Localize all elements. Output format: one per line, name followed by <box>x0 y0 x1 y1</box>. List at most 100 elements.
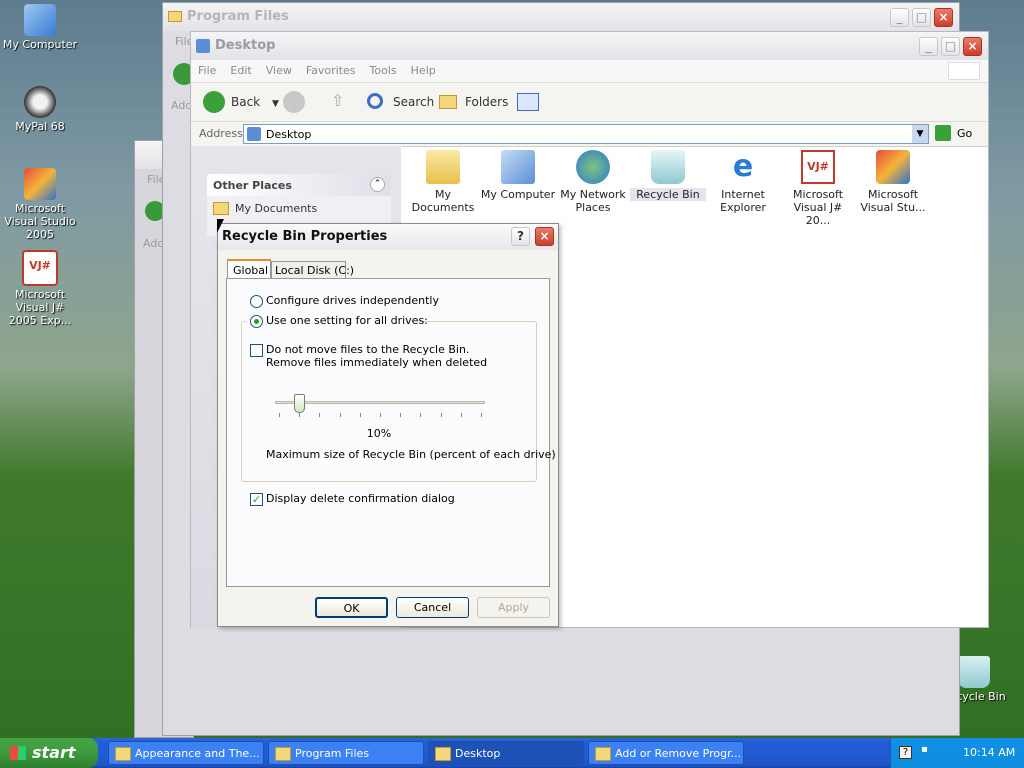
go-button[interactable]: Go <box>935 125 985 143</box>
slider-thumb[interactable] <box>294 394 306 413</box>
window-title: Desktop <box>215 38 276 53</box>
recycle-bin-icon <box>958 656 990 688</box>
maximize-button[interactable]: □ <box>941 37 960 56</box>
file-label: Microsoft Visual Stu... <box>860 188 926 214</box>
radio-use-one-setting[interactable] <box>250 315 263 328</box>
system-tray: ? ▪ 10:14 AM <box>890 738 1024 768</box>
close-button[interactable]: × <box>934 8 953 27</box>
minimize-button[interactable]: _ <box>919 37 938 56</box>
ok-button[interactable]: OK <box>315 597 388 618</box>
close-button[interactable]: × <box>963 37 982 56</box>
address-value: Desktop <box>266 128 312 141</box>
desktop-icon-vj-sharp[interactable]: VJ# Microsoft Visual J# 2005 Exp... <box>0 250 80 327</box>
desktop-icon <box>247 127 261 141</box>
search-button[interactable]: Search <box>367 83 434 121</box>
file-visual-studio[interactable]: Microsoft Visual Stu... <box>855 150 931 214</box>
collapse-icon[interactable]: ⌃ <box>370 177 385 192</box>
file-my-network-places[interactable]: My Network Places <box>555 150 631 214</box>
slider-tick <box>339 413 341 417</box>
chevron-down-icon[interactable]: ▼ <box>272 99 279 109</box>
menu-tools[interactable]: Tools <box>363 60 404 82</box>
file-my-documents[interactable]: My Documents <box>405 150 481 214</box>
recycle-bin-icon <box>651 150 685 184</box>
go-label: Go <box>957 127 973 140</box>
tab-global[interactable]: Global <box>227 259 271 279</box>
other-places-header[interactable]: Other Places ⌃ <box>207 174 391 196</box>
file-internet-explorer[interactable]: e Internet Explorer <box>705 150 781 215</box>
file-my-computer[interactable]: My Computer <box>480 150 556 201</box>
taskbar-item-program-files[interactable]: Program Files <box>268 741 424 765</box>
search-label: Search <box>393 95 435 109</box>
file-label: Internet Explorer <box>720 188 766 214</box>
menu-view[interactable]: View <box>259 60 299 82</box>
desktop-icon-label: Microsoft Visual Studio 2005 <box>4 202 76 241</box>
up-folder-icon[interactable]: ⇧ <box>331 91 349 113</box>
folders-icon <box>439 95 457 109</box>
network-places-icon <box>576 150 610 184</box>
network-tray-icon[interactable]: ▪ <box>921 744 935 758</box>
desktop-icon-my-computer[interactable]: My Computer <box>0 4 80 51</box>
checkbox-do-not-move-detail: Remove files immediately when deleted <box>266 356 488 369</box>
window-title: Program Files <box>187 9 289 24</box>
other-places-item[interactable]: My Documents <box>235 202 317 215</box>
file-vj-sharp[interactable]: VJ# Microsoft Visual J# 20... <box>780 150 856 227</box>
my-documents-icon <box>426 150 460 184</box>
vj-sharp-icon: VJ# <box>22 250 58 286</box>
file-label: My Computer <box>480 188 556 201</box>
recycle-bin-properties-dialog[interactable]: Recycle Bin Properties ? × Global Local … <box>217 223 559 627</box>
clock: 10:14 AM <box>963 746 1016 759</box>
tab-panel: Configure drives independently Use one s… <box>226 278 556 587</box>
address-input[interactable]: Desktop ▼ <box>243 124 929 144</box>
desktop-icon-label: My Computer <box>2 38 78 51</box>
help-button[interactable]: ? <box>511 227 530 246</box>
radio-configure-independently[interactable] <box>250 295 263 308</box>
taskbar-item-desktop[interactable]: Desktop <box>428 741 584 765</box>
desktop-icon-label: Microsoft Visual J# 2005 Exp... <box>8 288 72 327</box>
checkbox-do-not-move[interactable] <box>250 344 263 357</box>
windows-flag-icon <box>10 746 26 760</box>
checkbox-delete-confirmation[interactable]: ✓ <box>250 493 263 506</box>
slider-tick <box>319 413 321 417</box>
menu-favorites[interactable]: Favorites <box>299 60 363 82</box>
toolbar: Back ▼ ⇧ Search Folders <box>191 83 988 122</box>
desktop-icon-mypal[interactable]: MyPal 68 <box>0 86 80 133</box>
menu-edit[interactable]: Edit <box>223 60 258 82</box>
slider-value: 10% <box>366 427 392 440</box>
size-slider[interactable] <box>275 393 485 419</box>
desktop-icon-visual-studio[interactable]: Microsoft Visual Studio 2005 <box>0 168 80 241</box>
chevron-down-icon[interactable]: ▼ <box>912 125 928 143</box>
tab-local-disk-label: Local Disk (C:) <box>275 264 355 277</box>
menu-help[interactable]: Help <box>404 60 443 82</box>
forward-button[interactable] <box>283 91 305 113</box>
tab-global-label: Global <box>233 264 269 277</box>
menu-file[interactable]: File <box>191 60 223 82</box>
slider-tick <box>481 413 482 417</box>
tab-local-disk[interactable]: Local Disk (C:) <box>271 261 354 279</box>
taskbar-item-appearance[interactable]: Appearance and The... <box>108 741 264 765</box>
back-button[interactable]: Back ▼ <box>203 83 279 121</box>
close-button[interactable]: × <box>535 227 554 246</box>
taskbar: start Appearance and The... Program File… <box>0 738 1024 768</box>
apply-button[interactable]: Apply <box>477 597 550 618</box>
start-button[interactable]: start <box>0 738 98 768</box>
file-recycle-bin[interactable]: Recycle Bin <box>630 150 706 201</box>
taskbar-item-label: Program Files <box>295 747 370 760</box>
dialog-title: Recycle Bin Properties <box>222 229 388 244</box>
slider-tick <box>460 413 462 417</box>
maximize-button[interactable]: □ <box>912 8 931 27</box>
minimize-button[interactable]: _ <box>890 8 909 27</box>
slider-tick <box>380 413 381 417</box>
search-icon <box>367 93 383 109</box>
slider-track <box>275 401 485 404</box>
cancel-button[interactable]: Cancel <box>396 597 469 618</box>
taskbar-item-add-remove[interactable]: Add or Remove Progr... <box>588 741 744 765</box>
checkbox-do-not-move-label: Do not move files to the Recycle Bin. <box>266 343 470 356</box>
views-icon[interactable] <box>517 93 539 111</box>
window-titlebar: Program Files <box>163 3 959 31</box>
radio-configure-independently-label: Configure drives independently <box>266 294 439 307</box>
slider-tick <box>400 413 402 417</box>
visual-studio-icon <box>24 168 56 200</box>
desktop-icon <box>435 747 451 761</box>
help-tray-icon[interactable]: ? <box>899 746 912 759</box>
folders-button[interactable]: Folders <box>439 83 508 121</box>
